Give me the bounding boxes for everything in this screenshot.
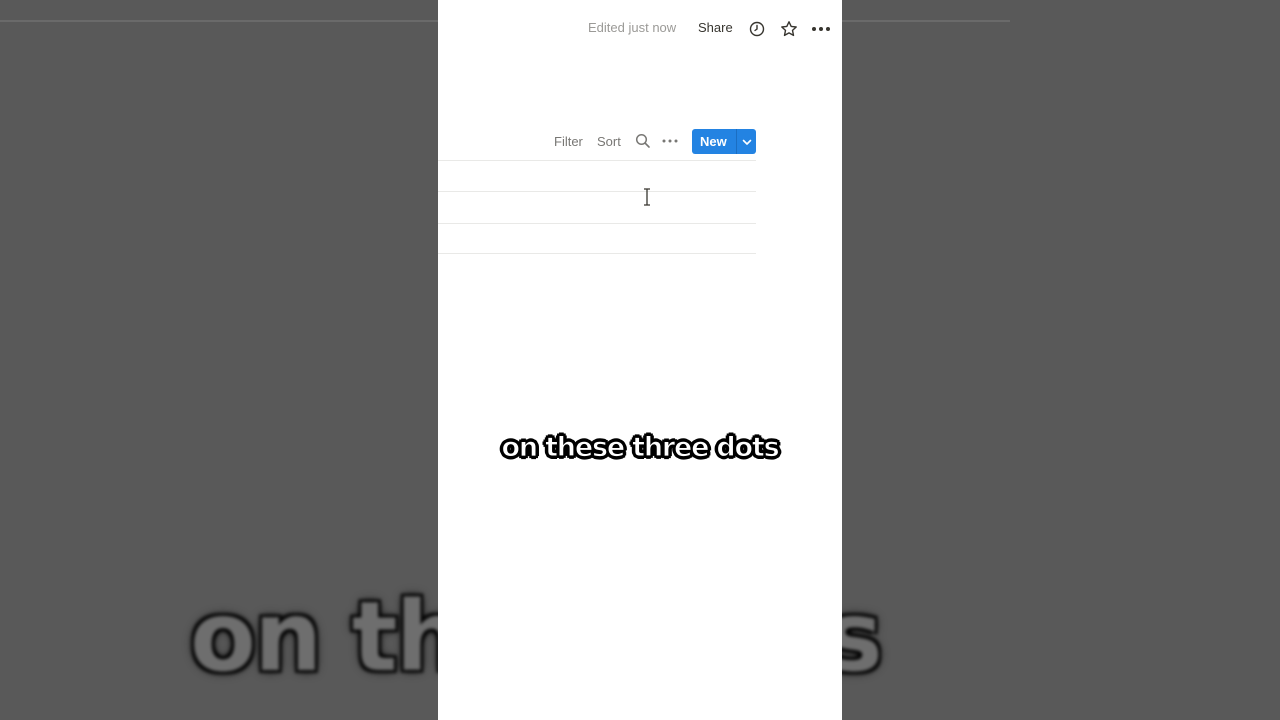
table-row-divider bbox=[438, 223, 756, 224]
star-icon[interactable] bbox=[778, 18, 800, 40]
database-toolbar: Filter Sort New bbox=[438, 128, 842, 156]
text-cursor-icon bbox=[642, 188, 652, 206]
notion-page: Edited just now Share Filter Sort New on… bbox=[438, 0, 842, 720]
sort-button[interactable]: Sort bbox=[597, 134, 621, 149]
new-button-label: New bbox=[700, 134, 727, 149]
table-row-divider bbox=[438, 160, 756, 161]
edited-status: Edited just now bbox=[588, 20, 677, 35]
chevron-down-icon[interactable] bbox=[737, 138, 756, 146]
page-topbar: Edited just now Share bbox=[438, 0, 842, 58]
clock-icon[interactable] bbox=[746, 18, 768, 40]
table-row-divider bbox=[438, 253, 756, 254]
share-button[interactable]: Share bbox=[698, 20, 733, 35]
search-icon[interactable] bbox=[634, 132, 652, 150]
new-button[interactable]: New bbox=[692, 129, 756, 154]
database-more-icon[interactable] bbox=[660, 132, 680, 150]
video-caption: on these three dots bbox=[501, 432, 780, 464]
more-horizontal-icon[interactable] bbox=[810, 18, 832, 40]
table-row-divider bbox=[438, 191, 756, 192]
filter-button[interactable]: Filter bbox=[554, 134, 583, 149]
